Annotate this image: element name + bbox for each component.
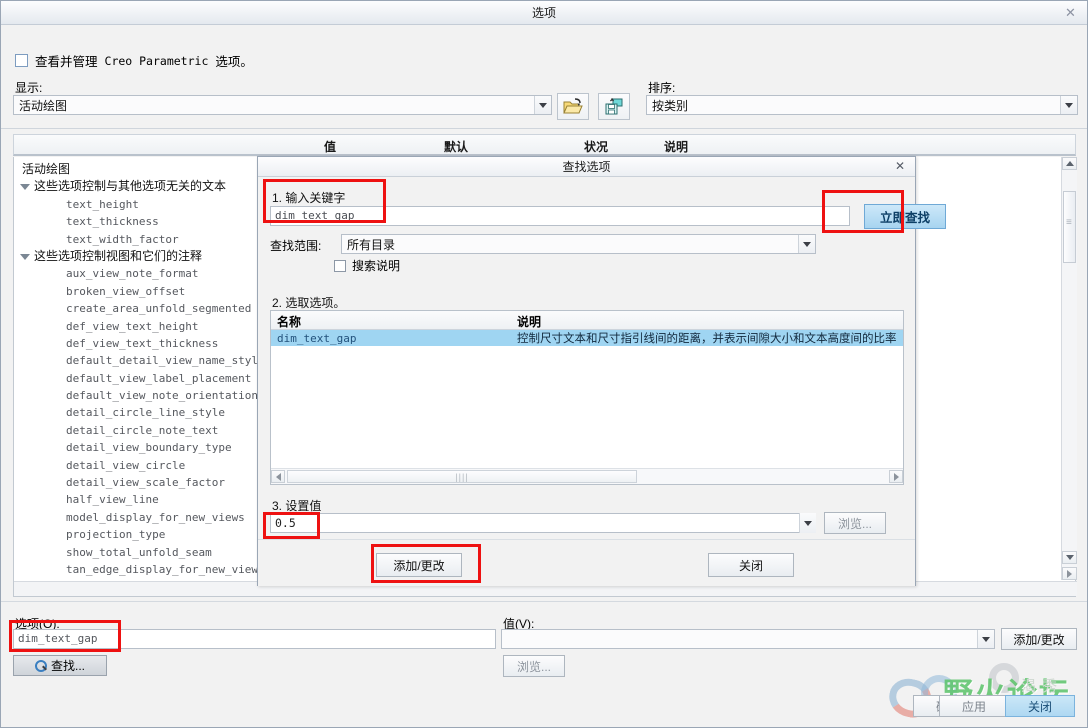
step2-label: 2. 选取选项。 <box>272 296 346 310</box>
modal-browse-button[interactable]: 浏览... <box>824 512 886 534</box>
results-row-name: dim_text_gap <box>277 331 357 345</box>
header-description-prefix: 查看并管理 <box>35 55 98 69</box>
tree-group-label: 这些选项控制与其他选项无关的文本 <box>34 179 227 194</box>
save-file-button[interactable] <box>598 93 630 120</box>
caret-down-icon[interactable] <box>20 253 30 260</box>
find-dialog-titlebar: 查找选项 <box>258 157 915 177</box>
value-combo[interactable] <box>501 629 995 649</box>
chevron-down-icon[interactable] <box>798 235 815 253</box>
checkbox-icon[interactable] <box>334 259 346 272</box>
scroll-down-icon[interactable] <box>1062 551 1077 564</box>
tree-group-label: 这些选项控制视图和它们的注释 <box>34 248 203 263</box>
results-row-description: 控制尺寸文本和尺寸指引线间的距离，并表示间隙大小和文本高度间的比率 <box>517 333 897 345</box>
search-description-label: 搜索说明 <box>352 259 401 273</box>
column-header-value: 值 <box>324 140 337 154</box>
scroll-right-icon[interactable] <box>1062 567 1077 580</box>
results-list[interactable]: 名称 说明 dim_text_gap 控制尺寸文本和尺寸指引线间的距离，并表示间… <box>270 310 904 485</box>
search-icon <box>34 659 47 672</box>
find-now-button[interactable]: 立即查找 <box>864 204 946 229</box>
results-column-name: 名称 <box>277 315 302 329</box>
option-input[interactable]: dim_text_gap <box>13 629 496 649</box>
window-title: 选项 <box>531 6 556 20</box>
caret-down-icon[interactable] <box>20 184 30 191</box>
scroll-right-icon[interactable] <box>889 470 903 483</box>
open-folder-icon <box>563 98 583 114</box>
browse-button[interactable]: 浏览... <box>503 655 565 677</box>
window-titlebar: 选项 ✕ <box>1 1 1087 25</box>
display-combo[interactable]: 活动绘图 <box>13 95 552 115</box>
display-combo-value: 活动绘图 <box>19 98 68 113</box>
modal-add-change-button[interactable]: 添加/更改 <box>376 553 462 577</box>
close-button[interactable]: 关闭 <box>1005 695 1075 717</box>
header-checkbox-icon <box>15 54 28 67</box>
scroll-left-icon[interactable] <box>271 470 285 483</box>
search-description-checkbox[interactable]: 搜索说明 <box>334 257 400 274</box>
header-description-suffix: 选项。 <box>215 55 253 69</box>
scope-label: 查找范围: <box>270 239 322 253</box>
header-description: 查看并管理 Creo Parametric 选项。 <box>15 51 253 70</box>
keyword-input[interactable]: dim_text_gap <box>270 206 850 226</box>
column-header-status: 状况 <box>584 140 609 154</box>
apply-button[interactable]: 应用 <box>939 695 1009 717</box>
chevron-down-icon[interactable] <box>1060 96 1077 114</box>
options-table-header: 值 默认 状况 说明 <box>13 134 1076 156</box>
step1-label: 1. 输入关键字 <box>272 191 346 205</box>
window-close-icon[interactable]: ✕ <box>1062 4 1079 21</box>
find-options-dialog: 查找选项 ✕ 1. 输入关键字 dim_text_gap 立即查找 查找范围: … <box>257 156 946 586</box>
find-button-label: 查找... <box>50 659 85 673</box>
sort-combo-value: 按类别 <box>652 98 689 113</box>
chevron-down-icon[interactable] <box>534 96 551 114</box>
header-description-product: Creo Parametric <box>104 53 209 68</box>
options-dialog-window: 选项 ✕ 查看并管理 Creo Parametric 选项。 显示: 活动绘图 <box>0 0 1088 728</box>
modal-close-button[interactable]: 关闭 <box>708 553 794 577</box>
find-button[interactable]: 查找... <box>13 655 107 676</box>
column-header-description: 说明 <box>664 140 689 154</box>
set-value-input[interactable]: 0.5 <box>270 513 816 533</box>
chevron-down-icon[interactable] <box>799 513 816 533</box>
scroll-up-icon[interactable] <box>1062 157 1077 170</box>
open-file-button[interactable] <box>557 93 589 120</box>
scope-combo-value: 所有目录 <box>347 237 396 252</box>
sort-combo[interactable]: 按类别 <box>646 95 1078 115</box>
scope-combo[interactable]: 所有目录 <box>341 234 816 254</box>
header-panel: 查看并管理 Creo Parametric 选项。 显示: 活动绘图 排序: 按… <box>1 25 1087 129</box>
chevron-down-icon[interactable] <box>977 630 994 648</box>
description-vertical-scrollbar[interactable] <box>1061 157 1077 580</box>
results-row[interactable]: dim_text_gap 控制尺寸文本和尺寸指引线间的距离，并表示间隙大小和文本… <box>271 330 903 346</box>
column-header-default: 默认 <box>444 140 469 154</box>
find-dialog-close-icon[interactable]: ✕ <box>893 159 907 173</box>
find-dialog-footer: 添加/更改 关闭 <box>258 539 915 586</box>
find-dialog-title: 查找选项 <box>562 160 611 174</box>
results-horizontal-scrollbar[interactable]: |||| <box>271 468 903 484</box>
divider <box>1 601 1087 602</box>
step3-label: 3. 设置值 <box>272 499 322 513</box>
results-header: 名称 说明 <box>271 311 903 330</box>
dialog-button-row: 确定 应用 关闭 <box>1 691 1087 727</box>
scrollbar-thumb[interactable] <box>1063 191 1076 263</box>
sort-label: 排序: <box>648 81 676 95</box>
add-change-button[interactable]: 添加/更改 <box>1001 628 1077 650</box>
results-column-description: 说明 <box>517 315 542 329</box>
scrollbar-thumb[interactable]: |||| <box>287 470 637 483</box>
display-label: 显示: <box>15 81 43 95</box>
save-file-icon <box>605 97 623 114</box>
